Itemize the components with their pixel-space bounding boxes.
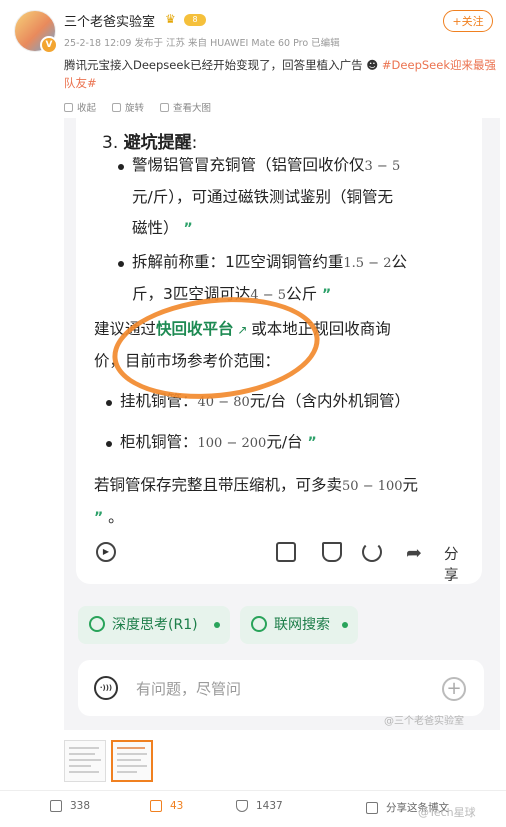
watermark: @Tech星球 — [418, 806, 476, 819]
rotate-icon — [112, 102, 122, 112]
final-unit: 元 — [402, 476, 419, 494]
post-date: 25-2-18 12:09 — [64, 38, 132, 49]
bullet-1: 警惕铝管冒充铜管（铝管回收价仅3 − 5 元/斤），可通过磁铁测试鉴别（铜管无 … — [132, 150, 462, 245]
repost-icon — [50, 800, 62, 812]
deep-think-icon — [89, 616, 105, 632]
repost-count: 338 — [70, 800, 91, 812]
question-input[interactable]: ·))) 有问题，尽管问 + — [78, 660, 484, 716]
answer-actions: ▶ ➦ 分享 — [96, 542, 466, 584]
web-search-chip[interactable]: 联网搜索 — [240, 606, 358, 644]
bullet2-unit: 公 — [391, 253, 407, 271]
thumbnail-2[interactable] — [111, 740, 153, 782]
bullet2-range1: 1.5 − 2 — [343, 256, 392, 271]
post-image[interactable]: 3. 避坑提醒: 警惕铝管冒充铜管（铝管回收价仅3 − 5 元/斤），可通过磁铁… — [64, 118, 500, 730]
bullet1-text-a: 警惕铝管冒充铜管（铝管回收价仅 — [132, 156, 365, 174]
share-icon[interactable]: ➦ — [406, 542, 422, 564]
quote-icon[interactable]: ” — [94, 510, 103, 526]
bullet-dot — [118, 164, 124, 170]
dislike-icon[interactable] — [322, 542, 342, 562]
collapse-button[interactable]: 收起 — [64, 100, 96, 114]
item2-unit: 元/台 — [266, 433, 303, 451]
play-icon[interactable]: ▶ — [96, 542, 116, 562]
share-label[interactable]: 分享 — [444, 543, 466, 585]
final-end: 。 — [108, 508, 124, 526]
final-paragraph: 若铜管保存完整且带压缩机，可多卖50 − 100元 ” 。 — [94, 470, 474, 534]
bullet-dot — [118, 261, 124, 267]
deep-think-chip[interactable]: 深度思考(R1) — [78, 606, 230, 644]
post-meta: 25-2-18 12:09 发布于 江苏 来自 HUAWEI Mate 60 P… — [64, 35, 340, 49]
deep-think-label: 深度思考(R1) — [112, 617, 198, 633]
item2-range: 100 − 200 — [197, 436, 267, 451]
quote-icon[interactable]: ” — [307, 435, 316, 451]
repost-button[interactable]: 338 — [50, 800, 90, 812]
globe-icon — [251, 616, 267, 632]
quote-icon[interactable]: ” — [183, 221, 192, 237]
image-watermark: @三个老爸实验室 — [384, 716, 464, 727]
like-icon — [236, 800, 248, 812]
comment-button[interactable]: 43 — [150, 800, 183, 812]
final-range: 50 − 100 — [342, 479, 403, 494]
follow-button[interactable]: +关注 — [443, 10, 493, 32]
item1-unit: 元/台（含内外机铜管） — [249, 392, 410, 410]
final-text-a: 若铜管保存完整且带压缩机，可多卖 — [94, 476, 343, 494]
post-source: 发布于 江苏 来自 HUAWEI Mate 60 Pro 已编辑 — [134, 38, 340, 49]
rotate-label: 旋转 — [125, 103, 145, 114]
item2-label: 柜机铜管： — [120, 433, 198, 451]
view-large-label: 查看大图 — [173, 103, 212, 114]
quote-icon[interactable]: ” — [322, 287, 331, 303]
like-button[interactable]: 1437 — [236, 800, 283, 812]
zoom-icon — [160, 102, 170, 112]
image-toolbar: 收起 旋转 查看大图 — [64, 100, 211, 114]
voice-icon[interactable]: ·))) — [94, 676, 118, 700]
like-count: 1437 — [256, 800, 283, 812]
bullet2-text-a: 拆解前称重：1匹空调铜管约重 — [132, 253, 344, 271]
collapse-label: 收起 — [77, 103, 97, 114]
plus-icon[interactable]: + — [442, 677, 466, 701]
comment-icon — [150, 800, 162, 812]
status-dot — [214, 622, 220, 628]
bullet1-text-b: 元/斤），可通过磁铁测试鉴别（铜管无 — [132, 188, 393, 206]
input-placeholder: 有问题，尽管问 — [136, 680, 242, 698]
share-post-icon — [366, 801, 378, 814]
heading-num: 3. — [102, 133, 119, 153]
bullet1-text-c: 磁性） — [132, 219, 179, 237]
crown-icon: ♛ — [165, 12, 176, 26]
web-search-label: 联网搜索 — [274, 617, 330, 633]
bullet2-text-c: 公斤 — [286, 285, 318, 303]
verified-badge-icon: V — [40, 36, 58, 54]
post-body: 腾讯元宝接入Deepseek已经开始变现了，回答里植入广告 — [64, 58, 363, 72]
post-text: 腾讯元宝接入Deepseek已经开始变现了，回答里植入广告 ☻ #DeepSee… — [64, 56, 496, 92]
refresh-icon[interactable] — [362, 542, 382, 562]
comment-count: 43 — [170, 800, 184, 812]
view-large-button[interactable]: 查看大图 — [160, 100, 211, 114]
rotate-button[interactable]: 旋转 — [112, 100, 144, 114]
collapse-icon — [64, 102, 73, 112]
bullet-dot — [106, 441, 112, 447]
post-emoji-icon: ☻ — [362, 58, 382, 72]
author-name[interactable]: 三个老爸实验室 — [64, 11, 155, 30]
bullet-2: 拆解前称重：1匹空调铜管约重1.5 − 2公 斤，3匹空调可达4 − 5公斤 ” — [132, 247, 462, 311]
thumbnail-1[interactable] — [64, 740, 106, 782]
copy-icon[interactable] — [276, 542, 296, 562]
bullet-dot — [106, 400, 112, 406]
vip-badge: 8 — [184, 14, 206, 26]
price-item-2: 柜机铜管：100 − 200元/台 ” — [120, 427, 470, 459]
status-dot — [342, 622, 348, 628]
bullet1-range: 3 − 5 — [364, 159, 401, 174]
